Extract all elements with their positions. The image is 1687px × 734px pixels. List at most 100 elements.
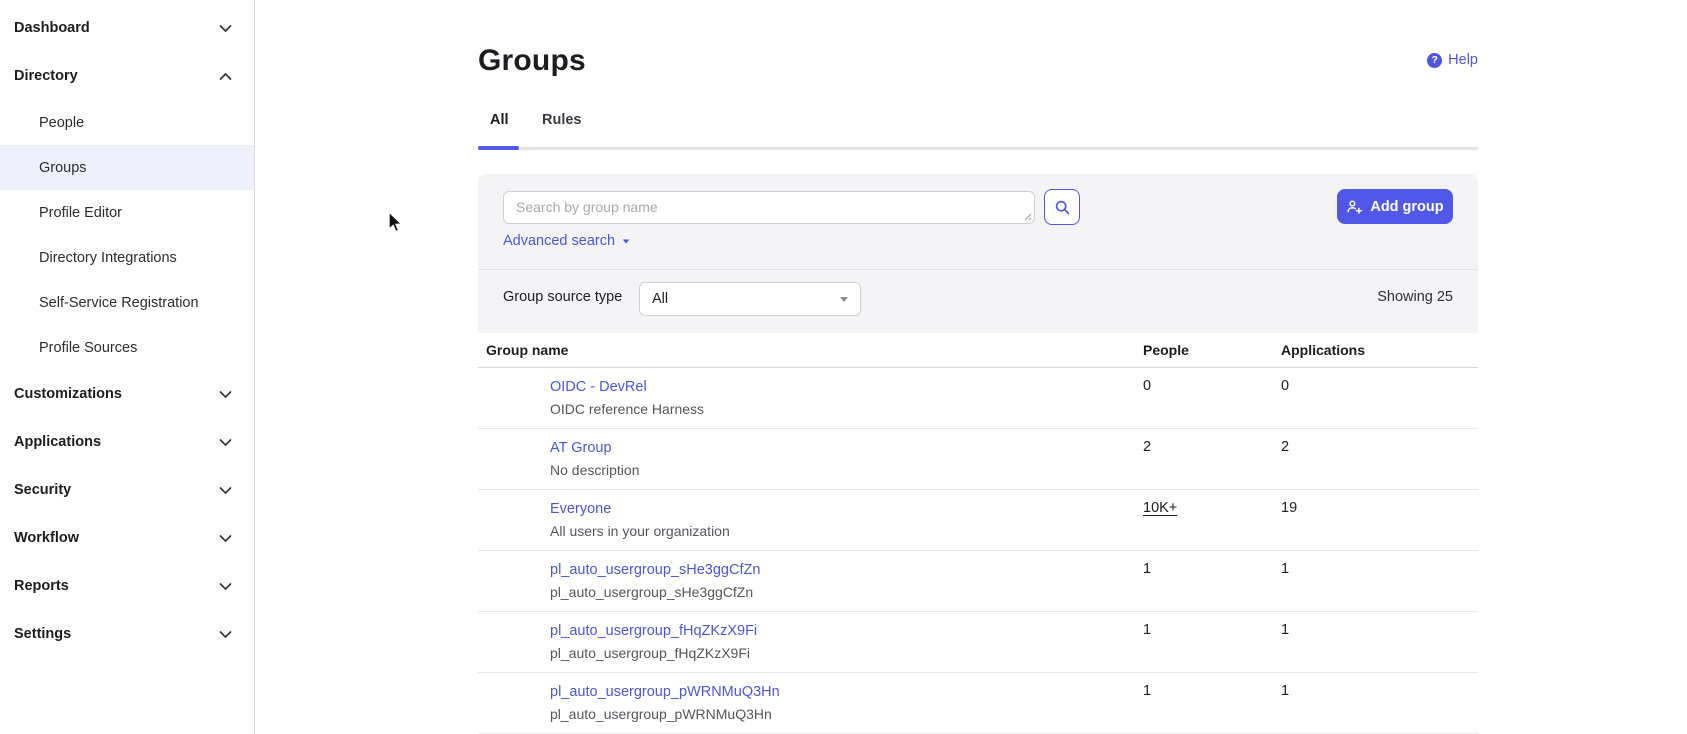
- chevron-down-icon: [219, 24, 232, 33]
- group-description: pl_auto_usergroup_pWRNMuQ3Hn: [550, 706, 780, 722]
- sidebar-item-self-service-registration[interactable]: Self-Service Registration: [0, 280, 254, 325]
- group-name-cell: pl_auto_usergroup_sHe3ggCfZn pl_auto_use…: [478, 551, 1143, 611]
- people-count-cell: 1: [1143, 551, 1281, 611]
- sidebar-item-settings[interactable]: Settings: [0, 610, 254, 658]
- people-count-cell: 1: [1143, 673, 1281, 733]
- group-description: No description: [550, 462, 640, 478]
- table-row: OIDC - DevRel OIDC reference Harness 0 0: [478, 368, 1478, 429]
- add-group-label: Add group: [1370, 199, 1443, 215]
- group-icon: [500, 506, 528, 534]
- sidebar-item-workflow[interactable]: Workflow: [0, 514, 254, 562]
- sidebar-item-label: Workflow: [14, 530, 219, 546]
- people-count-cell: 2: [1143, 429, 1281, 489]
- tabs: All Rules: [478, 112, 1478, 153]
- sidebar-item-label: Dashboard: [14, 20, 219, 36]
- group-icon: [500, 628, 528, 656]
- sidebar-item-directory[interactable]: Directory: [0, 52, 254, 100]
- select-caret-icon: [840, 297, 848, 302]
- column-header-group-name: Group name: [478, 342, 1143, 358]
- caret-down-icon: [623, 239, 629, 243]
- table-row: Everyone All users in your organization …: [478, 490, 1478, 551]
- table-row: pl_auto_usergroup_pWRNMuQ3Hn pl_auto_use…: [478, 673, 1478, 734]
- sidebar-item-label: Applications: [14, 434, 219, 450]
- group-icon: [500, 445, 528, 473]
- sidebar-item-label: People: [39, 115, 232, 131]
- group-name-cell: AT Group No description: [478, 429, 1143, 489]
- help-label: Help: [1448, 52, 1478, 68]
- sidebar-item-label: Settings: [14, 626, 219, 642]
- applications-count-cell: 1: [1281, 673, 1478, 733]
- column-header-applications: Applications: [1281, 342, 1478, 358]
- chevron-down-icon: [219, 486, 232, 495]
- help-question-icon: ?: [1427, 53, 1442, 68]
- sidebar-item-label: Profile Editor: [39, 205, 232, 221]
- table-row: pl_auto_usergroup_sHe3ggCfZn pl_auto_use…: [478, 551, 1478, 612]
- tab-all[interactable]: All: [490, 112, 509, 128]
- group-description: pl_auto_usergroup_fHqZKzX9Fi: [550, 645, 757, 661]
- chevron-down-icon: [219, 534, 232, 543]
- sidebar-item-dashboard[interactable]: Dashboard: [0, 4, 254, 52]
- sidebar-item-people[interactable]: People: [0, 100, 254, 145]
- groups-table: Group name People Applications OIDC - De…: [478, 333, 1478, 734]
- applications-count-cell: 0: [1281, 368, 1478, 428]
- group-source-type-value: All: [652, 291, 840, 307]
- tab-active-indicator: [478, 146, 519, 150]
- tab-rules[interactable]: Rules: [542, 112, 582, 128]
- table-body: OIDC - DevRel OIDC reference Harness 0 0…: [478, 368, 1478, 734]
- table-header: Group name People Applications: [478, 333, 1478, 368]
- group-name-cell: pl_auto_usergroup_pWRNMuQ3Hn pl_auto_use…: [478, 673, 1143, 733]
- sidebar-item-customizations[interactable]: Customizations: [0, 370, 254, 418]
- group-name-link[interactable]: pl_auto_usergroup_pWRNMuQ3Hn: [550, 684, 780, 700]
- table-row: pl_auto_usergroup_fHqZKzX9Fi pl_auto_use…: [478, 612, 1478, 673]
- advanced-search-link[interactable]: Advanced search: [503, 233, 630, 249]
- group-name-link[interactable]: OIDC - DevRel: [550, 379, 647, 395]
- page-title: Groups: [478, 44, 586, 78]
- people-count-cell: 0: [1143, 368, 1281, 428]
- group-name-link[interactable]: pl_auto_usergroup_fHqZKzX9Fi: [550, 623, 757, 639]
- tabs-baseline: [478, 147, 1478, 150]
- help-link[interactable]: ? Help: [1427, 52, 1478, 68]
- sidebar-item-reports[interactable]: Reports: [0, 562, 254, 610]
- group-name-cell: Everyone All users in your organization: [478, 490, 1143, 550]
- applications-count-cell: 1: [1281, 612, 1478, 672]
- group-icon: [500, 689, 528, 717]
- chevron-up-icon: [219, 72, 232, 81]
- sidebar-item-profile-sources[interactable]: Profile Sources: [0, 325, 254, 370]
- sidebar-item-security[interactable]: Security: [0, 466, 254, 514]
- group-name-link[interactable]: Everyone: [550, 501, 611, 517]
- sidebar-item-label: Security: [14, 482, 219, 498]
- sidebar-item-groups[interactable]: Groups: [0, 145, 254, 190]
- group-name-link[interactable]: pl_auto_usergroup_sHe3ggCfZn: [550, 562, 760, 578]
- group-description: All users in your organization: [550, 523, 730, 539]
- group-description: pl_auto_usergroup_sHe3ggCfZn: [550, 584, 760, 600]
- table-row: AT Group No description 2 2: [478, 429, 1478, 490]
- group-name-link[interactable]: AT Group: [550, 440, 612, 456]
- group-icon: [500, 567, 528, 595]
- sidebar-item-label: Groups: [39, 160, 232, 176]
- add-person-icon: [1346, 199, 1363, 215]
- search-button[interactable]: [1044, 189, 1080, 225]
- sidebar: Dashboard Directory People Groups Profil…: [0, 0, 255, 734]
- sidebar-item-directory-integrations[interactable]: Directory Integrations: [0, 235, 254, 280]
- group-source-type-label: Group source type: [503, 289, 622, 305]
- applications-count-cell: 2: [1281, 429, 1478, 489]
- filter-divider: [478, 269, 1478, 270]
- search-input[interactable]: [503, 191, 1035, 224]
- group-description: OIDC reference Harness: [550, 401, 704, 417]
- people-count-cell: 1: [1143, 612, 1281, 672]
- people-count-cell: 10K+: [1143, 490, 1281, 550]
- group-source-type-select[interactable]: All: [639, 282, 861, 316]
- chevron-down-icon: [219, 390, 232, 399]
- applications-count-cell: 1: [1281, 551, 1478, 611]
- group-name-cell: pl_auto_usergroup_fHqZKzX9Fi pl_auto_use…: [478, 612, 1143, 672]
- showing-count: Showing 25: [1377, 289, 1453, 305]
- add-group-button[interactable]: Add group: [1337, 189, 1453, 224]
- sidebar-item-label: Self-Service Registration: [39, 295, 232, 311]
- advanced-search-label: Advanced search: [503, 233, 615, 249]
- group-icon: [500, 384, 528, 412]
- sidebar-item-label: Reports: [14, 578, 219, 594]
- sidebar-item-applications[interactable]: Applications: [0, 418, 254, 466]
- sidebar-item-profile-editor[interactable]: Profile Editor: [0, 190, 254, 235]
- chevron-down-icon: [219, 630, 232, 639]
- sidebar-item-label: Customizations: [14, 386, 219, 402]
